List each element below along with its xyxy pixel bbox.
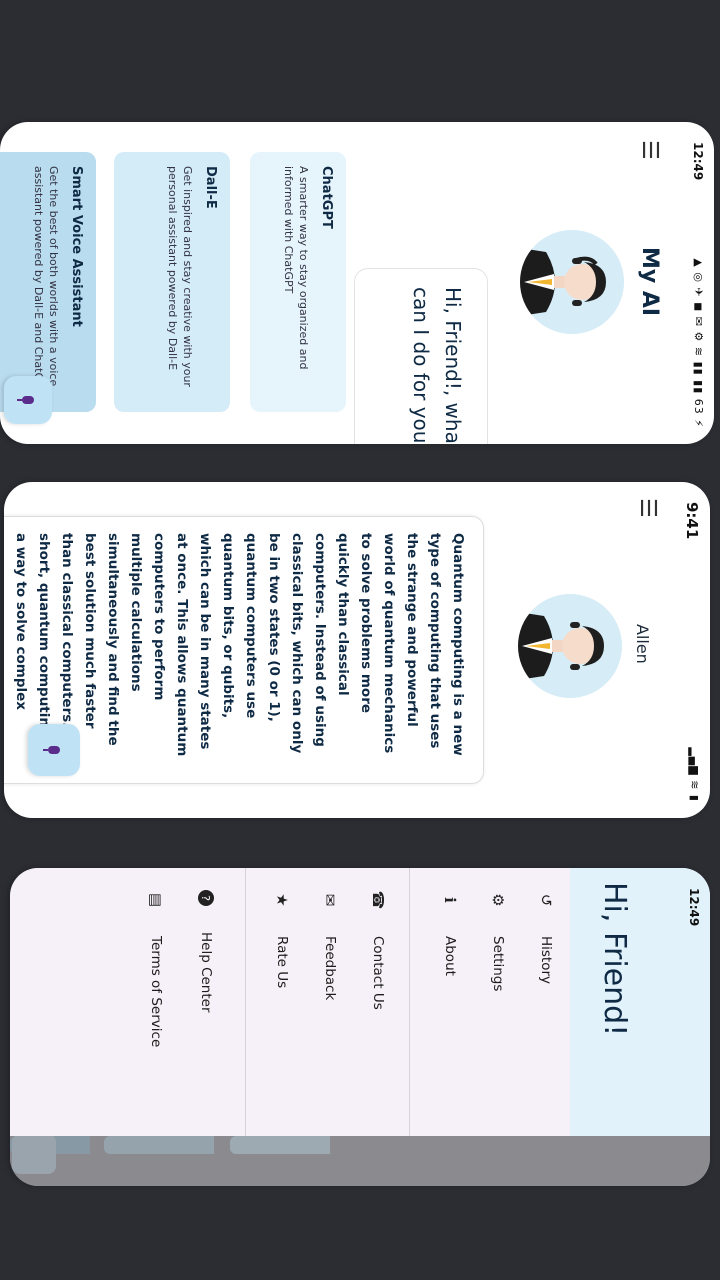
status-time: 9:41 bbox=[683, 502, 701, 540]
drawer-header: 12:49 Hi, Friend! bbox=[570, 868, 710, 1136]
card-title: Smart Voice Assistant bbox=[69, 166, 84, 327]
drawer-screen: 12:49 Hi, Friend! ↺ History ⚙ Settings ℹ… bbox=[10, 868, 710, 1186]
status-icons: ▲ ◎ ✈ ◼ ✉ ⚙ ≋ ▮▮ ▮▮ 63 ⚡ bbox=[692, 258, 705, 428]
star-icon: ★ bbox=[273, 893, 291, 907]
hamburger-menu-icon[interactable]: ☰ bbox=[637, 140, 662, 160]
dimmed-mic-button bbox=[12, 1134, 56, 1174]
menu-item-about[interactable]: ℹ About bbox=[426, 868, 474, 976]
assistant-name: Allen bbox=[633, 624, 652, 664]
menu-item-rate-us[interactable]: ★ Rate Us bbox=[258, 868, 306, 988]
help-icon: ? bbox=[198, 890, 214, 906]
mic-button[interactable] bbox=[28, 724, 80, 776]
history-icon: ↺ bbox=[537, 893, 555, 907]
status-bar: 12:49 ▲ ◎ ✈ ◼ ✉ ⚙ ≋ ▮▮ ▮▮ 63 ⚡ bbox=[680, 122, 714, 444]
assistant-avatar bbox=[518, 594, 622, 698]
contact-icon: ☎ bbox=[369, 890, 387, 910]
menu-item-label: Contact Us bbox=[370, 936, 386, 1010]
info-icon: ℹ bbox=[441, 897, 459, 903]
menu-divider bbox=[409, 868, 410, 1136]
menu-item-label: History bbox=[538, 936, 554, 985]
card-description: Get inspired and stay creative with your… bbox=[166, 166, 194, 387]
menu-item-label: Help Center bbox=[198, 932, 214, 1013]
menu-item-label: Feedback bbox=[322, 936, 338, 1001]
mic-icon bbox=[22, 396, 34, 404]
menu-item-label: About bbox=[442, 936, 458, 976]
feedback-icon: ✉ bbox=[321, 893, 339, 907]
card-voice-assistant[interactable]: Smart Voice Assistant Get the best of bo… bbox=[0, 152, 96, 412]
greeting-bubble: Hi, Friend!, what task can I do for you? bbox=[354, 268, 488, 444]
gear-icon: ⚙ bbox=[489, 893, 507, 907]
card-description: A smarter way to stay organized and info… bbox=[282, 166, 310, 370]
card-dalle[interactable]: Dall-E Get inspired and stay creative wi… bbox=[114, 152, 230, 412]
status-icons: ▂▄▆ ≋ ▮ bbox=[688, 747, 701, 802]
menu-item-terms[interactable]: ▤ Terms of Service bbox=[132, 868, 180, 1047]
card-description: Get the best of both worlds with a voice… bbox=[32, 166, 60, 395]
dimmed-card bbox=[104, 1136, 214, 1154]
drawer-title: Hi, Friend! bbox=[597, 882, 632, 1037]
menu-divider bbox=[245, 868, 246, 1136]
menu-item-history[interactable]: ↺ History bbox=[522, 868, 570, 984]
status-bar: 12:49 bbox=[676, 868, 710, 1136]
hamburger-menu-icon[interactable]: ☰ bbox=[635, 498, 660, 518]
menu-item-label: Terms of Service bbox=[148, 936, 164, 1048]
home-screen: 12:49 ▲ ◎ ✈ ◼ ✉ ⚙ ≋ ▮▮ ▮▮ 63 ⚡ ☰ My AI H… bbox=[0, 122, 714, 444]
menu-item-contact-us[interactable]: ☎ Contact Us bbox=[354, 868, 402, 1010]
mic-icon bbox=[48, 746, 60, 754]
chat-screen: 9:41 ▂▄▆ ≋ ▮ ☰ Allen Quantum computing i… bbox=[4, 482, 710, 818]
navigation-drawer: 12:49 Hi, Friend! ↺ History ⚙ Settings ℹ… bbox=[10, 868, 710, 1136]
greeting-text: Hi, Friend!, what task can I do for you? bbox=[409, 287, 465, 444]
menu-item-help-center[interactable]: ? Help Center bbox=[182, 868, 230, 1013]
menu-item-settings[interactable]: ⚙ Settings bbox=[474, 868, 522, 991]
status-time: 12:49 bbox=[691, 142, 705, 181]
card-chatgpt[interactable]: ChatGPT A smarter way to stay organized … bbox=[250, 152, 346, 412]
menu-item-label: Rate Us bbox=[274, 936, 290, 989]
dimmed-card bbox=[230, 1136, 330, 1154]
card-title: Dall-E bbox=[203, 166, 218, 209]
status-bar: 9:41 ▂▄▆ ≋ ▮ bbox=[676, 482, 710, 818]
app-title: My AI bbox=[637, 247, 662, 317]
status-time: 12:49 bbox=[687, 888, 701, 927]
assistant-avatar bbox=[520, 230, 624, 334]
document-icon: ▤ bbox=[147, 892, 165, 908]
mic-button[interactable] bbox=[4, 376, 52, 424]
menu-item-label: Settings bbox=[490, 936, 506, 992]
card-title: ChatGPT bbox=[319, 166, 334, 229]
menu-item-feedback[interactable]: ✉ Feedback bbox=[306, 868, 354, 1001]
